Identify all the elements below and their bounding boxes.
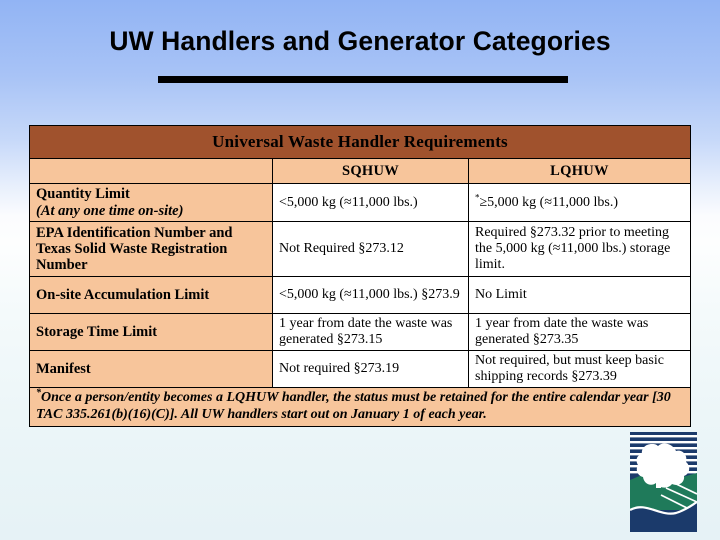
table-row: Storage Time Limit 1 year from date the … <box>29 313 692 351</box>
cell-lqhuw-manifest: Not required, but must keep basic shippi… <box>467 350 692 388</box>
table-banner-row: Universal Waste Handler Requirements <box>28 125 692 159</box>
cell-lqhuw-epa-id-number: Required §273.32 prior to meeting the 5,… <box>467 221 692 277</box>
row-label-storage-time-limit: Storage Time Limit <box>29 313 273 351</box>
cell-lqhuw-storage-time-limit: 1 year from date the waste was generated… <box>467 313 692 351</box>
cell-sqhuw-onsite-accumulation-limit: <5,000 kg (≈11,000 lbs.) §273.9 <box>272 276 469 314</box>
table-footnote-row: *Once a person/entity becomes a LQHUW ha… <box>28 387 692 427</box>
cell-sqhuw-epa-id-number: Not Required §273.12 <box>272 221 469 277</box>
cell-lqhuw-quantity-limit: *≥5,000 kg (≈11,000 lbs.) <box>467 183 692 222</box>
row-label-text: Manifest <box>36 360 91 377</box>
row-label-text: Quantity Limit <box>36 186 130 203</box>
cell-text: ≥5,000 kg (≈11,000 lbs.) <box>479 194 619 210</box>
column-header-lqhuw: LQHUW <box>467 158 692 184</box>
row-label-subtext: (At any one time on-site) <box>36 202 184 219</box>
footnote-text: Once a person/entity becomes a LQHUW han… <box>36 390 671 422</box>
table-row: Manifest Not required §273.19 Not requir… <box>29 350 692 388</box>
table-row: Quantity Limit (At any one time on-site)… <box>29 183 692 222</box>
cell-lqhuw-onsite-accumulation-limit: No Limit <box>467 276 692 314</box>
table-banner-title: Universal Waste Handler Requirements <box>28 125 692 159</box>
table-footnote: *Once a person/entity becomes a LQHUW ha… <box>28 387 692 427</box>
row-label-epa-id-number: EPA Identification Number and Texas Soli… <box>29 221 273 277</box>
tceq-logo <box>629 432 698 532</box>
row-label-text: Storage Time Limit <box>36 323 158 340</box>
table-row: On-site Accumulation Limit <5,000 kg (≈1… <box>29 276 692 314</box>
cell-sqhuw-quantity-limit: <5,000 kg (≈11,000 lbs.) <box>272 183 469 222</box>
column-header-sqhuw: SQHUW <box>272 158 469 184</box>
row-label-onsite-accumulation-limit: On-site Accumulation Limit <box>29 276 273 314</box>
page-title: UW Handlers and Generator Categories <box>109 26 611 56</box>
cell-sqhuw-manifest: Not required §273.19 <box>272 350 469 388</box>
uw-requirements-table-container: Universal Waste Handler Requirements SQH… <box>28 125 692 427</box>
uw-requirements-table: Universal Waste Handler Requirements SQH… <box>28 125 692 427</box>
cell-sqhuw-storage-time-limit: 1 year from date the waste was generated… <box>272 313 469 351</box>
row-label-text: EPA Identification Number and Texas Soli… <box>36 224 233 274</box>
table-column-header-row: SQHUW LQHUW <box>29 158 692 184</box>
row-label-text: On-site Accumulation Limit <box>36 286 210 303</box>
title-underline-rule <box>158 76 568 83</box>
row-label-quantity-limit: Quantity Limit (At any one time on-site) <box>29 183 273 222</box>
column-header-blank <box>29 158 273 184</box>
row-label-manifest: Manifest <box>29 350 273 388</box>
table-row: EPA Identification Number and Texas Soli… <box>29 221 692 277</box>
